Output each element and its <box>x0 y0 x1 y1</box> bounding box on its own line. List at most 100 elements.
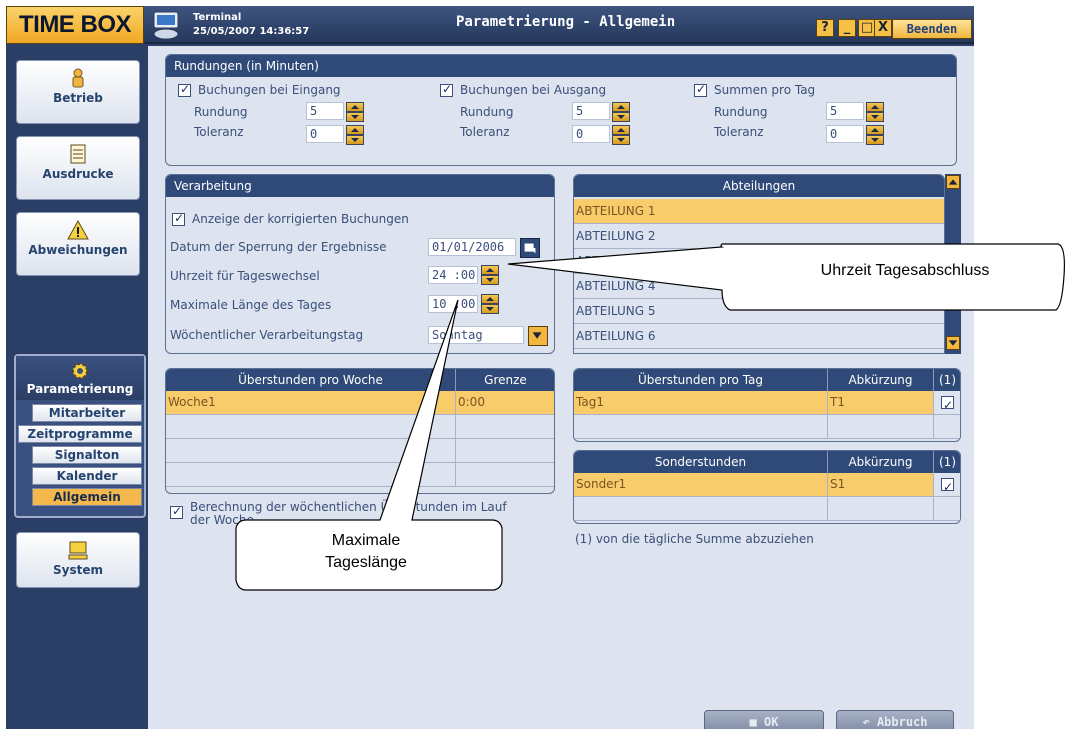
minimize-button[interactable]: _ <box>838 19 856 37</box>
sidebar-subitem-mitarbeiter[interactable]: Mitarbeiter <box>32 404 142 422</box>
table-cell[interactable] <box>166 439 456 463</box>
table-header: Überstunden pro Woche <box>166 369 456 391</box>
ausgang-toleranz-input[interactable]: 0 <box>572 125 610 143</box>
cancel-button[interactable]: ↶ Abbruch <box>836 710 954 729</box>
abteilung-row[interactable]: ABTEILUNG 5 <box>574 299 944 324</box>
sidebar-item-abweichungen[interactable]: Abweichungen <box>16 212 140 276</box>
main-content: Rundungen (in Minuten) Buchungen bei Ein… <box>148 46 974 729</box>
abziehen-checkbox[interactable] <box>941 394 954 417</box>
table-cell[interactable] <box>456 439 554 463</box>
eingang-rundung-input[interactable]: 5 <box>306 102 344 120</box>
table-cell[interactable] <box>934 415 960 439</box>
summen-toleranz-spinner[interactable] <box>866 125 884 145</box>
table-header: Grenze <box>456 369 554 391</box>
table-header: (1) <box>934 369 960 391</box>
sidebar-subitem-zeitprogramme[interactable]: Zeitprogramme <box>18 425 142 443</box>
table-cell[interactable]: Sonder1 <box>574 473 828 497</box>
sidebar-item-parametrierung[interactable]: Parametrierung <box>16 356 144 400</box>
anzeige-checkbox[interactable] <box>172 211 185 226</box>
tageswechsel-input[interactable]: 24 :00 <box>428 266 478 284</box>
eingang-label: Buchungen bei Eingang <box>198 83 341 97</box>
table-header: Sonderstunden <box>574 451 828 473</box>
sperrung-input[interactable]: 01/01/2006 <box>428 238 516 256</box>
worker-icon <box>72 68 84 88</box>
eingang-toleranz-label: Toleranz <box>194 125 244 139</box>
ok-button[interactable]: ■ OK <box>704 710 824 729</box>
ausgang-toleranz-spinner[interactable] <box>612 125 630 145</box>
sidebar-item-ausdrucke[interactable]: Ausdrucke <box>16 136 140 200</box>
anzeige-label: Anzeige der korrigierten Buchungen <box>192 212 409 226</box>
terminal-icon <box>153 11 179 40</box>
terminal-datetime: 25/05/2007 14:36:57 <box>193 26 310 37</box>
eingang-toleranz-input[interactable]: 0 <box>306 125 344 143</box>
table-cell[interactable] <box>456 415 554 439</box>
table-cell[interactable]: Tag1 <box>574 391 828 415</box>
ausgang-rundung-input[interactable]: 5 <box>572 102 610 120</box>
sidebar-item-label: Abweichungen <box>28 243 128 257</box>
eingang-toleranz-spinner[interactable] <box>346 125 364 145</box>
ueberstunden-tag-table: Überstunden pro Tag Abkürzung (1) Tag1 T… <box>573 368 961 442</box>
help-button[interactable]: ? <box>816 19 834 37</box>
berechnung-checkbox[interactable] <box>170 504 183 519</box>
document-icon <box>70 144 86 164</box>
scroll-up-icon[interactable] <box>946 175 960 189</box>
table-cell[interactable] <box>828 497 934 521</box>
scroll-down-icon[interactable] <box>946 336 960 350</box>
ausgang-toleranz-label: Toleranz <box>460 125 510 139</box>
max-laenge-label: Maximale Länge des Tages <box>170 298 332 312</box>
table-cell[interactable] <box>934 497 960 521</box>
ausgang-rundung-spinner[interactable] <box>612 102 630 122</box>
calendar-button[interactable] <box>520 238 540 258</box>
table-header: Abkürzung <box>828 451 934 473</box>
table-cell[interactable]: S1 <box>828 473 934 497</box>
sidebar-subitem-signalton[interactable]: Signalton <box>32 446 142 464</box>
summen-rundung-input[interactable]: 5 <box>826 102 864 120</box>
verarbeitungstag-dropdown-button[interactable] <box>528 326 548 346</box>
max-laenge-input[interactable]: 10 :00 <box>428 295 478 313</box>
table-cell[interactable] <box>456 463 554 487</box>
abteilung-row[interactable]: ABTEILUNG 1 <box>574 199 944 224</box>
abziehen-checkbox[interactable] <box>941 476 954 499</box>
exit-button[interactable]: Beenden <box>892 19 972 39</box>
rundungen-title: Rundungen (in Minuten) <box>166 55 956 77</box>
sidebar-group-parametrierung: Parametrierung Mitarbeiter Zeitprogramme… <box>14 354 146 518</box>
sidebar-subitem-kalender[interactable]: Kalender <box>32 467 142 485</box>
table-cell[interactable] <box>828 415 934 439</box>
table-cell[interactable]: T1 <box>828 391 934 415</box>
ausgang-label: Buchungen bei Ausgang <box>460 83 607 97</box>
summen-rundung-spinner[interactable] <box>866 102 884 122</box>
table-cell[interactable]: Woche1 <box>166 391 456 415</box>
table-cell[interactable] <box>574 415 828 439</box>
callout-tageslaenge-line1: Maximale <box>331 532 401 549</box>
table-cell[interactable] <box>574 497 828 521</box>
gear-icon <box>72 363 88 379</box>
max-laenge-spinner[interactable] <box>481 294 499 314</box>
summen-rundung-label: Rundung <box>714 105 768 119</box>
summen-checkbox[interactable] <box>694 82 707 97</box>
eingang-rundung-spinner[interactable] <box>346 102 364 122</box>
verarbeitung-panel: Verarbeitung Anzeige der korrigierten Bu… <box>165 174 555 354</box>
sidebar-item-label: System <box>53 563 103 577</box>
undo-icon: ↶ <box>862 715 877 729</box>
sperrung-label: Datum der Sperrung der Ergebnisse <box>170 240 387 254</box>
summen-toleranz-label: Toleranz <box>714 125 764 139</box>
sidebar-item-betrieb[interactable]: Betrieb <box>16 60 140 124</box>
table-cell[interactable] <box>166 415 456 439</box>
table-cell[interactable]: 0:00 <box>456 391 554 415</box>
summen-label: Summen pro Tag <box>714 83 816 97</box>
table-cell <box>934 473 960 499</box>
cancel-label: Abbruch <box>876 715 928 729</box>
eingang-checkbox[interactable] <box>178 82 191 97</box>
tageswechsel-label: Uhrzeit für Tageswechsel <box>170 269 320 283</box>
close-button[interactable]: X <box>874 19 892 37</box>
sidebar-item-system[interactable]: System <box>16 532 140 588</box>
abteilung-row[interactable]: ABTEILUNG 2 <box>574 224 944 249</box>
abteilung-row[interactable]: ABTEILUNG 6 <box>574 324 944 349</box>
tageswechsel-spinner[interactable] <box>481 265 499 285</box>
summen-toleranz-input[interactable]: 0 <box>826 125 864 143</box>
sidebar-subitem-allgemein[interactable]: Allgemein <box>32 488 142 506</box>
verarbeitungstag-select[interactable]: Sonntag <box>428 326 524 344</box>
warning-icon <box>67 219 89 240</box>
ausgang-checkbox[interactable] <box>440 82 453 97</box>
table-cell[interactable] <box>166 463 456 487</box>
